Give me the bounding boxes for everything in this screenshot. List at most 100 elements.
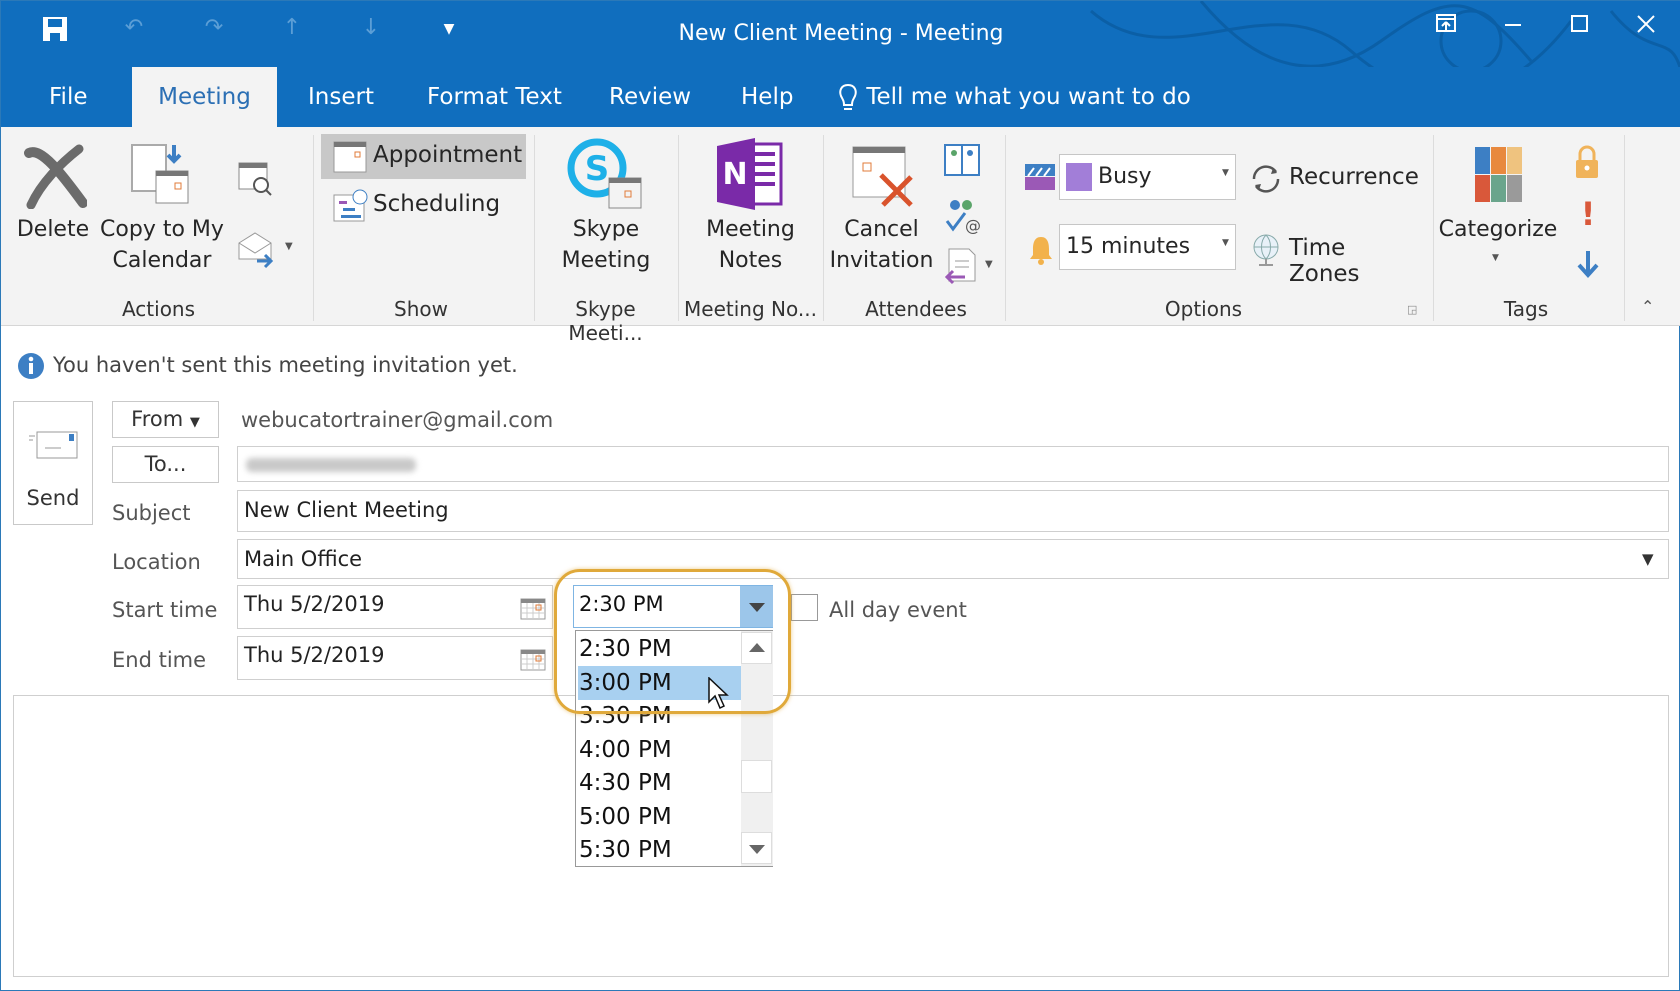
time-option[interactable]: 4:30 PM bbox=[578, 766, 742, 800]
check-names-icon: @ bbox=[945, 200, 981, 235]
skype-line1: Skype bbox=[572, 217, 640, 242]
copy-to-my-calendar-button[interactable]: Copy to My Calendar bbox=[96, 141, 228, 286]
high-importance-icon[interactable]: ! bbox=[1577, 195, 1599, 233]
to-button[interactable]: To... bbox=[112, 446, 219, 483]
tab-file[interactable]: File bbox=[41, 67, 96, 127]
from-account: webucatortrainer@gmail.com bbox=[241, 408, 554, 432]
group-label-notes: Meeting No... bbox=[684, 297, 817, 321]
svg-text:N: N bbox=[722, 157, 747, 192]
delete-button[interactable]: Delete bbox=[13, 141, 93, 286]
scheduling-label: Scheduling bbox=[373, 191, 501, 217]
categorize-dropdown-icon: ▼ bbox=[1492, 253, 1499, 263]
time-option[interactable]: 5:30 PM bbox=[578, 833, 742, 867]
send-button[interactable]: Send bbox=[13, 401, 93, 525]
close-icon[interactable] bbox=[1626, 13, 1666, 41]
group-separator bbox=[678, 135, 679, 321]
location-field[interactable]: Main Office ▼ bbox=[237, 539, 1669, 579]
time-option[interactable]: 5:00 PM bbox=[578, 800, 742, 834]
time-zones-button[interactable]: Time Zones bbox=[1247, 229, 1417, 287]
reminder-select[interactable]: 15 minutes ▼ bbox=[1059, 224, 1236, 270]
tab-meeting[interactable]: Meeting bbox=[132, 67, 277, 127]
info-bar-message: You haven't sent this meeting invitation… bbox=[53, 353, 518, 377]
private-button[interactable] bbox=[1573, 144, 1601, 180]
minimize-icon[interactable] bbox=[1493, 13, 1533, 39]
address-book-button[interactable] bbox=[943, 143, 983, 179]
maximize-icon[interactable] bbox=[1559, 13, 1599, 39]
start-time-label: Start time bbox=[112, 598, 218, 622]
low-importance-button[interactable] bbox=[1575, 249, 1601, 279]
skype-line2: Meeting bbox=[561, 248, 651, 273]
subject-label: Subject bbox=[112, 501, 191, 525]
from-dropdown-icon: ▼ bbox=[189, 415, 200, 430]
response-options-dropdown-icon: ▼ bbox=[985, 259, 993, 270]
tab-insert[interactable]: Insert bbox=[300, 67, 382, 127]
from-button[interactable]: From ▼ bbox=[112, 401, 219, 438]
ribbon-display-icon[interactable] bbox=[1426, 13, 1466, 38]
calendar-picker-icon[interactable] bbox=[520, 598, 546, 620]
copy-line1: Copy to My bbox=[100, 217, 224, 242]
response-options-button[interactable]: ▼ bbox=[943, 247, 1003, 287]
location-dropdown-icon[interactable]: ▼ bbox=[1642, 540, 1654, 578]
svg-text:S: S bbox=[585, 149, 610, 189]
time-option[interactable]: 4:00 PM bbox=[578, 733, 742, 767]
calendar-search-icon bbox=[238, 162, 272, 196]
reminder-value: 15 minutes bbox=[1066, 234, 1191, 259]
meeting-notes-button[interactable]: N Meeting Notes bbox=[683, 136, 818, 286]
end-date-field[interactable]: Thu 5/2/2019 bbox=[237, 636, 553, 680]
send-envelope-icon bbox=[29, 431, 78, 459]
appointment-label: Appointment bbox=[373, 142, 523, 168]
all-day-label: All day event bbox=[829, 598, 967, 622]
annotation-highlight-ring bbox=[554, 569, 791, 714]
scroll-down-button[interactable] bbox=[741, 832, 772, 864]
calendar-picker-icon[interactable] bbox=[520, 649, 546, 671]
mouse-cursor-icon bbox=[708, 677, 729, 710]
cancel-line1: Cancel bbox=[844, 217, 919, 242]
tab-help[interactable]: Help bbox=[733, 67, 801, 127]
check-names-button[interactable]: @ bbox=[943, 197, 983, 235]
time-zones-label: Time Zones bbox=[1289, 235, 1360, 287]
scroll-thumb[interactable] bbox=[741, 760, 772, 793]
lock-icon bbox=[1576, 145, 1598, 178]
chevron-down-icon bbox=[749, 845, 765, 854]
scheduling-button[interactable]: Scheduling bbox=[321, 183, 526, 228]
all-day-checkbox[interactable] bbox=[791, 594, 818, 621]
cancel-invitation-button[interactable]: Cancel Invitation bbox=[829, 141, 934, 286]
group-label-show: Show bbox=[394, 297, 448, 321]
start-date-value: Thu 5/2/2019 bbox=[244, 592, 385, 616]
low-importance-arrow-icon bbox=[1577, 251, 1599, 278]
group-label-actions: Actions bbox=[121, 297, 196, 321]
redacted-recipient bbox=[246, 458, 416, 472]
delete-label: Delete bbox=[16, 217, 90, 242]
appointment-button[interactable]: Appointment bbox=[321, 134, 526, 179]
calendar-search-button[interactable] bbox=[237, 161, 277, 197]
collapse-ribbon-icon[interactable]: ⌃ bbox=[1641, 297, 1654, 316]
group-separator bbox=[1005, 135, 1006, 321]
subject-field[interactable]: New Client Meeting bbox=[237, 490, 1669, 532]
group-label-tags: Tags bbox=[1503, 297, 1549, 321]
end-time-label: End time bbox=[112, 648, 207, 672]
show-as-select[interactable]: Busy ▼ bbox=[1059, 154, 1236, 200]
tab-review[interactable]: Review bbox=[601, 67, 699, 127]
tab-format-text[interactable]: Format Text bbox=[419, 67, 570, 127]
cancel-line2: Invitation bbox=[829, 248, 934, 273]
delete-icon bbox=[24, 144, 87, 209]
categorize-icon bbox=[1475, 147, 1522, 202]
group-label-skype: Skype Meeti... bbox=[568, 297, 643, 345]
notes-line1: Meeting bbox=[706, 217, 795, 242]
scheduling-icon bbox=[333, 189, 368, 222]
categorize-button[interactable]: Categorize ▼ bbox=[1437, 141, 1559, 286]
send-label: Send bbox=[26, 486, 80, 510]
start-date-field[interactable]: Thu 5/2/2019 bbox=[237, 585, 553, 629]
group-label-options: Options bbox=[1164, 297, 1243, 321]
recurrence-button[interactable]: Recurrence bbox=[1247, 158, 1419, 198]
skype-icon: S bbox=[567, 138, 642, 209]
to-field[interactable] bbox=[237, 446, 1669, 482]
skype-meeting-button[interactable]: S Skype Meeting bbox=[541, 136, 671, 286]
group-separator bbox=[534, 135, 535, 321]
options-dialog-launcher[interactable]: ◲ bbox=[1407, 303, 1417, 316]
location-label: Location bbox=[112, 550, 201, 574]
tell-me-search[interactable]: Tell me what you want to do bbox=[829, 67, 1199, 127]
onenote-icon: N bbox=[717, 138, 783, 210]
forward-button[interactable]: ▼ bbox=[237, 229, 297, 269]
message-body[interactable] bbox=[13, 695, 1669, 977]
